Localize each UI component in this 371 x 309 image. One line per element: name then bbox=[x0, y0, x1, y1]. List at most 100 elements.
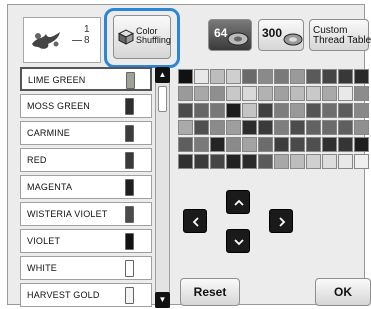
palette-color-swatch[interactable] bbox=[306, 103, 321, 118]
palette-color-swatch[interactable] bbox=[322, 86, 337, 101]
palette-color-swatch[interactable] bbox=[354, 137, 369, 152]
palette-color-swatch[interactable] bbox=[338, 69, 353, 84]
custom-thread-table-button[interactable]: Custom Thread Table bbox=[309, 19, 371, 51]
list-item[interactable]: VIOLET bbox=[20, 229, 152, 253]
list-item[interactable]: CARMINE bbox=[20, 121, 152, 145]
palette-color-swatch[interactable] bbox=[354, 86, 369, 101]
palette-color-swatch[interactable] bbox=[258, 69, 273, 84]
palette-color-swatch[interactable] bbox=[258, 154, 273, 169]
palette-color-swatch[interactable] bbox=[194, 103, 209, 118]
palette-color-swatch[interactable] bbox=[306, 86, 321, 101]
palette-color-swatch[interactable] bbox=[354, 103, 369, 118]
palette-color-swatch[interactable] bbox=[242, 86, 257, 101]
scroll-thumb[interactable] bbox=[158, 86, 167, 112]
thread-name: LIME GREEN bbox=[28, 75, 86, 85]
palette-color-swatch[interactable] bbox=[274, 69, 289, 84]
palette-color-swatch[interactable] bbox=[306, 137, 321, 152]
palette-color-swatch[interactable] bbox=[178, 137, 193, 152]
palette-color-swatch[interactable] bbox=[242, 137, 257, 152]
palette-color-swatch[interactable] bbox=[178, 120, 193, 135]
palette-64-button[interactable]: 64 bbox=[208, 19, 252, 51]
palette-color-swatch[interactable] bbox=[274, 86, 289, 101]
palette-color-swatch[interactable] bbox=[194, 120, 209, 135]
palette-color-swatch[interactable] bbox=[242, 120, 257, 135]
ok-button[interactable]: OK bbox=[315, 278, 371, 306]
palette-color-swatch[interactable] bbox=[178, 69, 193, 84]
palette-color-swatch[interactable] bbox=[242, 103, 257, 118]
list-item[interactable]: WISTERIA VIOLET bbox=[20, 202, 152, 226]
palette-color-swatch[interactable] bbox=[338, 120, 353, 135]
palette-color-swatch[interactable] bbox=[290, 69, 305, 84]
palette-color-swatch[interactable] bbox=[226, 154, 241, 169]
palette-color-swatch[interactable] bbox=[210, 120, 225, 135]
palette-color-swatch[interactable] bbox=[258, 103, 273, 118]
list-item[interactable]: RED bbox=[20, 148, 152, 172]
list-item[interactable]: LIME GREEN bbox=[20, 67, 152, 91]
palette-color-swatch[interactable] bbox=[306, 120, 321, 135]
palette-color-swatch[interactable] bbox=[226, 137, 241, 152]
palette-color-swatch[interactable] bbox=[306, 69, 321, 84]
palette-color-swatch[interactable] bbox=[194, 69, 209, 84]
palette-color-swatch[interactable] bbox=[290, 120, 305, 135]
scroll-down-button[interactable]: ▼ bbox=[155, 292, 170, 308]
reset-button[interactable]: Reset bbox=[180, 278, 240, 306]
palette-color-swatch[interactable] bbox=[290, 154, 305, 169]
palette-color-swatch[interactable] bbox=[210, 103, 225, 118]
palette-color-swatch[interactable] bbox=[210, 137, 225, 152]
palette-color-swatch[interactable] bbox=[354, 120, 369, 135]
palette-color-swatch[interactable] bbox=[258, 137, 273, 152]
list-item[interactable]: HARVEST GOLD bbox=[20, 283, 152, 307]
thread-spool-icon bbox=[125, 206, 134, 223]
palette-color-swatch[interactable] bbox=[274, 103, 289, 118]
list-item[interactable]: MAGENTA bbox=[20, 175, 152, 199]
palette-color-swatch[interactable] bbox=[274, 120, 289, 135]
palette-color-swatch[interactable] bbox=[178, 154, 193, 169]
palette-color-swatch[interactable] bbox=[322, 103, 337, 118]
palette-color-swatch[interactable] bbox=[258, 120, 273, 135]
thread-spool-icon bbox=[125, 125, 134, 142]
palette-color-swatch[interactable] bbox=[210, 69, 225, 84]
list-scrollbar[interactable]: ▲ ▼ bbox=[155, 67, 170, 308]
move-right-button[interactable] bbox=[269, 209, 293, 233]
list-item[interactable]: WHITE bbox=[20, 256, 152, 280]
palette-color-swatch[interactable] bbox=[322, 154, 337, 169]
move-down-button[interactable] bbox=[226, 229, 250, 253]
palette-color-swatch[interactable] bbox=[306, 154, 321, 169]
palette-color-swatch[interactable] bbox=[210, 154, 225, 169]
custom-thread-table-label: Custom Thread Table bbox=[313, 25, 371, 46]
palette-color-swatch[interactable] bbox=[226, 86, 241, 101]
scroll-up-button[interactable]: ▲ bbox=[155, 67, 170, 83]
move-left-button[interactable] bbox=[183, 209, 207, 233]
palette-color-swatch[interactable] bbox=[242, 69, 257, 84]
palette-color-swatch[interactable] bbox=[226, 120, 241, 135]
palette-color-swatch[interactable] bbox=[178, 103, 193, 118]
palette-color-swatch[interactable] bbox=[338, 86, 353, 101]
palette-color-swatch[interactable] bbox=[338, 103, 353, 118]
palette-color-swatch[interactable] bbox=[274, 154, 289, 169]
palette-color-swatch[interactable] bbox=[210, 86, 225, 101]
palette-color-swatch[interactable] bbox=[322, 120, 337, 135]
palette-color-swatch[interactable] bbox=[226, 103, 241, 118]
list-item[interactable]: MOSS GREEN bbox=[20, 94, 152, 118]
palette-color-swatch[interactable] bbox=[338, 137, 353, 152]
palette-color-swatch[interactable] bbox=[194, 137, 209, 152]
chevron-down-icon bbox=[234, 239, 244, 246]
palette-color-swatch[interactable] bbox=[242, 154, 257, 169]
palette-color-swatch[interactable] bbox=[194, 86, 209, 101]
thread-spool-icon bbox=[227, 32, 249, 46]
palette-300-button[interactable]: 300 bbox=[258, 19, 304, 51]
palette-color-swatch[interactable] bbox=[290, 86, 305, 101]
move-up-button[interactable] bbox=[226, 190, 250, 214]
palette-color-swatch[interactable] bbox=[194, 154, 209, 169]
palette-color-swatch[interactable] bbox=[322, 137, 337, 152]
palette-color-swatch[interactable] bbox=[338, 154, 353, 169]
palette-color-swatch[interactable] bbox=[290, 103, 305, 118]
palette-color-swatch[interactable] bbox=[290, 137, 305, 152]
palette-color-swatch[interactable] bbox=[258, 86, 273, 101]
palette-color-swatch[interactable] bbox=[354, 154, 369, 169]
palette-color-swatch[interactable] bbox=[178, 86, 193, 101]
palette-color-swatch[interactable] bbox=[226, 69, 241, 84]
palette-color-swatch[interactable] bbox=[322, 69, 337, 84]
palette-color-swatch[interactable] bbox=[354, 69, 369, 84]
palette-color-swatch[interactable] bbox=[274, 137, 289, 152]
